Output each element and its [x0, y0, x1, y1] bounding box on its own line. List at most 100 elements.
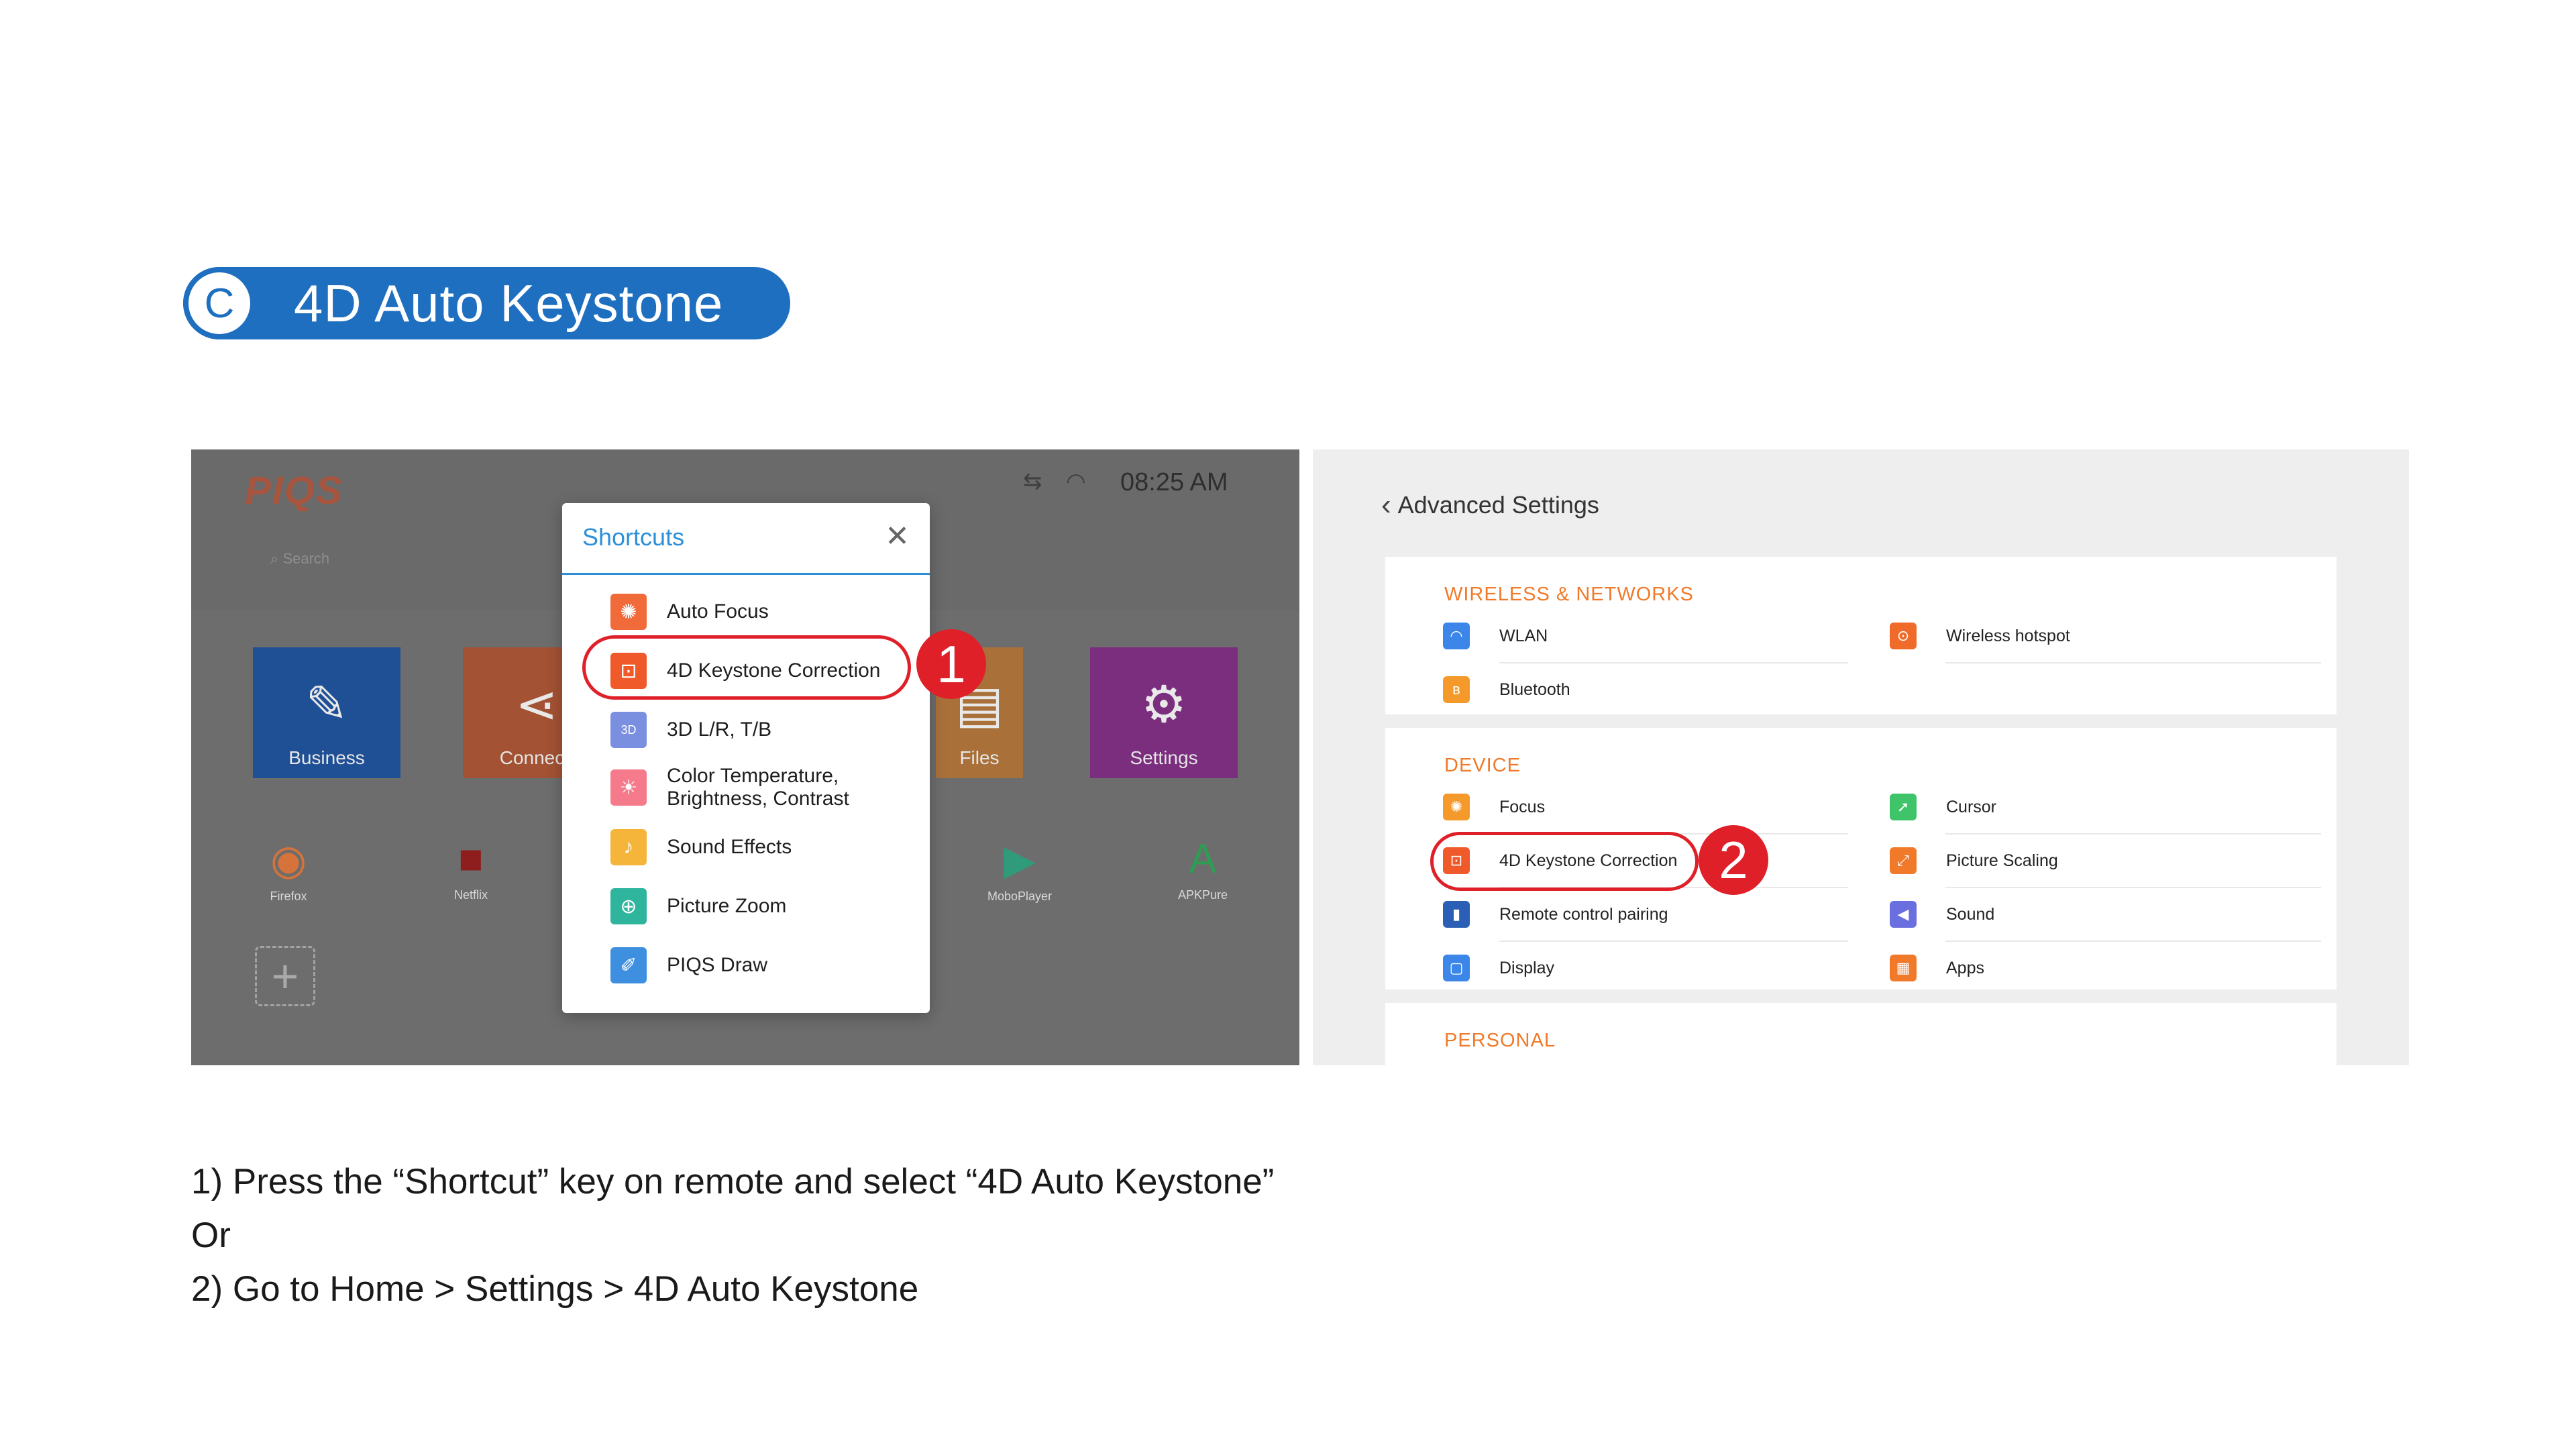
setting-label: Focus: [1499, 797, 1546, 816]
setting-label: Picture Scaling: [1946, 851, 2058, 870]
setting-apps[interactable]: ▦ Apps: [1890, 955, 1984, 981]
app-label: Netflix: [453, 888, 488, 902]
row-divider: [1945, 662, 2321, 663]
chevron-left-icon[interactable]: ‹: [1381, 488, 1391, 522]
shortcut-3d[interactable]: 3D 3D L/R, T/B: [610, 712, 906, 748]
app-label: APKPure: [1177, 888, 1228, 902]
shortcut-color-temperature[interactable]: ☀ Color Temperature, Brightness, Contras…: [610, 765, 906, 810]
tile-label: Settings: [1130, 747, 1198, 768]
setting-label: Apps: [1946, 958, 1984, 977]
shortcuts-title: Shortcuts: [582, 523, 685, 551]
remote-icon: ▮: [1443, 901, 1470, 928]
hotspot-icon: ⊙: [1890, 623, 1917, 649]
callout-highlight-shortcut: [582, 635, 911, 700]
device-title: DEVICE: [1444, 755, 1521, 776]
tile-business[interactable]: ✎ Business: [253, 647, 400, 778]
tile-settings[interactable]: ⚙ Settings: [1090, 647, 1238, 778]
advanced-settings-header[interactable]: ‹ Advanced Settings: [1381, 488, 1599, 522]
section-letter: C: [183, 267, 256, 339]
instructions: 1) Press the “Shortcut” key on remote an…: [191, 1155, 1274, 1316]
app-label: Firefox: [270, 890, 307, 903]
status-icons: ⇆ ◠: [1023, 468, 1086, 495]
setting-label: Cursor: [1946, 797, 1997, 816]
shortcut-sound-effects[interactable]: ♪ Sound Effects: [610, 829, 906, 865]
close-icon[interactable]: ✕: [885, 519, 910, 553]
shortcut-label: Auto Focus: [667, 600, 769, 623]
shortcut-piqs-draw[interactable]: ✐ PIQS Draw: [610, 947, 906, 983]
search-hint[interactable]: ⌕ Search: [270, 550, 329, 568]
instruction-line-2: Or: [191, 1216, 231, 1255]
netflix-icon: ■: [458, 836, 484, 882]
shortcut-label: Picture Zoom: [667, 895, 787, 917]
personal-card: PERSONAL: [1385, 1003, 2337, 1065]
setting-wlan[interactable]: ◠ WLAN: [1443, 623, 1548, 649]
brightness-icon: ☀: [610, 769, 647, 806]
shortcut-label: 3D L/R, T/B: [667, 718, 772, 741]
setting-label: Display: [1499, 958, 1554, 977]
setting-display[interactable]: ▢ Display: [1443, 955, 1554, 981]
setting-label: Bluetooth: [1499, 680, 1570, 699]
row-divider: [1945, 941, 2321, 942]
usb-icon: ⇆: [1023, 469, 1042, 494]
shortcut-picture-zoom[interactable]: ⊕ Picture Zoom: [610, 888, 906, 924]
setting-focus[interactable]: ✺ Focus: [1443, 794, 1545, 820]
tile-label: Business: [288, 747, 365, 768]
business-icon: ✎: [305, 676, 348, 733]
section-header: C 4D Auto Keystone: [183, 267, 790, 339]
app-apkpure[interactable]: A APKPure: [1166, 835, 1240, 902]
row-divider: [1499, 662, 1848, 663]
shortcut-label: PIQS Draw: [667, 954, 768, 976]
draw-icon: ✐: [610, 947, 647, 983]
bluetooth-icon: ʙ: [1443, 676, 1470, 703]
piqs-logo: PIQS: [245, 469, 343, 513]
setting-label: WLAN: [1499, 626, 1548, 645]
auto-focus-icon: ✺: [610, 594, 647, 630]
setting-cursor[interactable]: ➚ Cursor: [1890, 794, 1996, 820]
wireless-card: WIRELESS & NETWORKS ◠ WLAN ⊙ Wireless ho…: [1385, 557, 2337, 714]
firefox-icon: ◉: [270, 837, 307, 883]
advanced-settings-title: Advanced Settings: [1397, 491, 1599, 519]
shortcuts-panel: Shortcuts ✕ ✺ Auto Focus ⊡ 4D Keystone C…: [562, 503, 930, 1013]
setting-remote-pairing[interactable]: ▮ Remote control pairing: [1443, 901, 1668, 928]
setting-picture-scaling[interactable]: ⤢ Picture Scaling: [1890, 847, 2058, 874]
scaling-icon: ⤢: [1890, 847, 1917, 874]
tile-label: Files: [959, 747, 1000, 768]
instruction-line-1: 1) Press the “Shortcut” key on remote an…: [191, 1162, 1275, 1201]
search-icon: ⌕: [270, 550, 279, 567]
clock: 08:25 AM: [1120, 468, 1228, 496]
sound-icon: ◀: [1890, 901, 1917, 928]
shortcuts-divider: [562, 573, 930, 575]
step-badge-1: 1: [916, 629, 986, 699]
3d-icon: 3D: [610, 712, 647, 748]
search-hint-label: Search: [282, 550, 330, 567]
add-app-button[interactable]: +: [255, 946, 315, 1006]
setting-bluetooth[interactable]: ʙ Bluetooth: [1443, 676, 1570, 703]
personal-title: PERSONAL: [1444, 1030, 1556, 1051]
setting-sound[interactable]: ◀ Sound: [1890, 901, 1994, 928]
cursor-icon: ➚: [1890, 794, 1917, 820]
section-title: 4D Auto Keystone: [294, 274, 724, 333]
callout-highlight-settings: [1430, 832, 1699, 891]
setting-wireless-hotspot[interactable]: ⊙ Wireless hotspot: [1890, 623, 2070, 649]
app-moboplayer[interactable]: ▶ MoboPlayer: [983, 835, 1057, 904]
setting-label: Remote control pairing: [1499, 904, 1668, 924]
focus-icon: ✺: [1443, 794, 1470, 820]
app-netflix[interactable]: ■ Netflix: [434, 835, 508, 902]
shortcut-label: Sound Effects: [667, 836, 792, 858]
zoom-icon: ⊕: [610, 888, 647, 924]
shortcut-auto-focus[interactable]: ✺ Auto Focus: [610, 594, 906, 630]
setting-label: Wireless hotspot: [1946, 626, 2070, 645]
wifi-status-icon: ◠: [1065, 469, 1086, 494]
play-icon: ▶: [1004, 837, 1036, 883]
app-label: MoboPlayer: [987, 890, 1053, 903]
shortcut-label-line2: Brightness, Contrast: [667, 788, 849, 810]
step-badge-2: 2: [1699, 825, 1768, 895]
gear-icon: ⚙: [1140, 676, 1187, 733]
shortcut-label-line1: Color Temperature,: [667, 765, 839, 787]
shortcut-label-multiline: Color Temperature, Brightness, Contrast: [667, 765, 849, 810]
app-firefox[interactable]: ◉ Firefox: [252, 835, 325, 904]
apps-icon: ▦: [1890, 955, 1917, 981]
sound-effects-icon: ♪: [610, 829, 647, 865]
row-divider: [1945, 887, 2321, 888]
share-icon: ⋖: [515, 676, 558, 733]
